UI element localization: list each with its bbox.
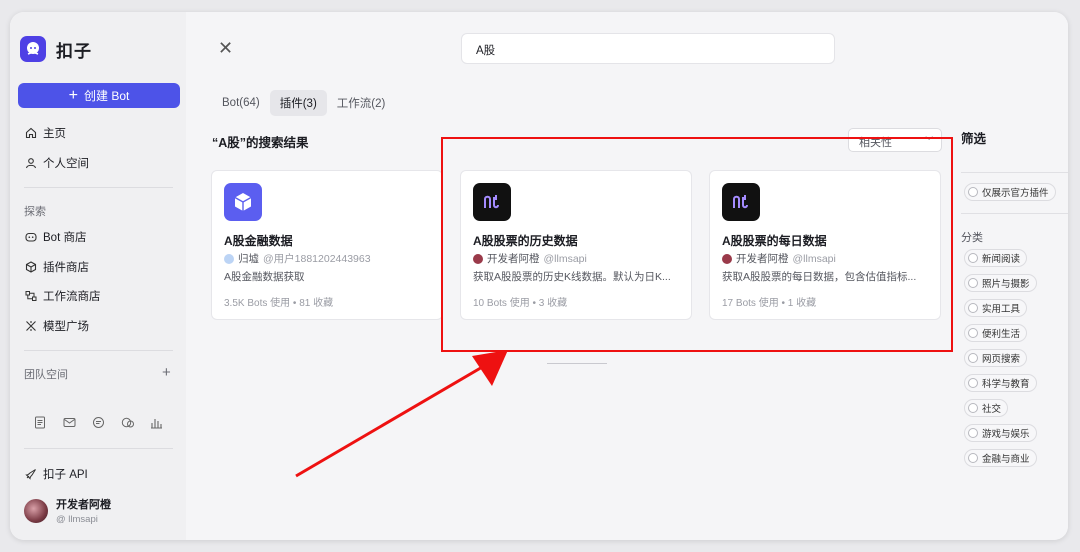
bot-icon	[24, 231, 37, 244]
workflow-icon	[24, 290, 37, 303]
cube-icon	[224, 183, 262, 221]
radio-icon	[968, 453, 978, 463]
radio-icon	[968, 303, 978, 313]
chip-label: 游戏与娱乐	[982, 429, 1030, 440]
sidebar-divider	[24, 350, 173, 351]
sidebar-item-label: 工作流商店	[43, 291, 101, 303]
chip-label: 实用工具	[982, 304, 1021, 315]
sidebar-item-model-square[interactable]: 模型广场	[24, 318, 89, 334]
chart-icon[interactable]	[150, 416, 165, 431]
sidebar-item-label: 主页	[43, 128, 66, 140]
feedback-icon[interactable]	[92, 416, 107, 431]
filter-panel: 筛选 仅展示官方插件 分类 新闻阅读 照片与摄影 实用工具 便利生活 网页搜索 …	[961, 12, 1068, 540]
plus-icon: +	[68, 86, 78, 104]
sidebar-item-label: 扣子 API	[43, 469, 88, 481]
category-chip[interactable]: 金融与商业	[964, 449, 1037, 467]
results-title: “A股”的搜索结果	[212, 136, 309, 150]
filter-title: 筛选	[961, 132, 987, 146]
loading-indicator	[547, 363, 607, 364]
community-icon[interactable]	[121, 416, 136, 431]
sidebar-item-personal-space[interactable]: 个人空间	[24, 155, 89, 171]
model-icon	[24, 320, 37, 333]
document-icon[interactable]	[34, 416, 49, 431]
create-bot-label: 创建 Bot	[83, 89, 130, 103]
tool-icons-row	[34, 416, 165, 431]
category-label: 分类	[961, 232, 983, 244]
add-team-button[interactable]: +	[162, 364, 171, 381]
avatar	[24, 498, 48, 523]
plugin-description: A股金融数据获取	[224, 271, 305, 283]
filter-divider	[961, 213, 1068, 214]
category-chip[interactable]: 社交	[964, 399, 1009, 417]
team-space-label: 团队空间	[24, 369, 68, 381]
radio-icon	[968, 428, 978, 438]
cube-icon	[24, 261, 37, 274]
chip-label: 新闻阅读	[982, 254, 1021, 265]
sidebar-divider	[24, 448, 173, 449]
home-icon	[24, 127, 37, 140]
mail-icon[interactable]	[63, 416, 78, 431]
user-profile[interactable]: 开发者阿橙 @ llmsapi	[24, 496, 111, 525]
plugin-card[interactable]: A股金融数据 归墟 @用户1881202443963 A股金融数据获取 3.5K…	[211, 170, 443, 320]
tab-workflow[interactable]: 工作流(2)	[337, 90, 386, 116]
chip-label: 照片与摄影	[982, 279, 1030, 290]
coze-logo-icon	[20, 36, 46, 62]
user-handle: @ llmsapi	[56, 514, 98, 525]
sidebar-item-api[interactable]: 扣子 API	[24, 466, 88, 482]
highlight-box	[441, 137, 953, 352]
chip-label: 仅展示官方插件	[982, 188, 1049, 199]
official-only-toggle[interactable]: 仅展示官方插件	[964, 183, 1056, 201]
chip-label: 社交	[982, 404, 1002, 415]
chip-label: 便利生活	[982, 329, 1021, 340]
plugin-stats: 3.5K Bots 使用 • 81 收藏	[224, 298, 334, 309]
close-icon[interactable]: ✕	[218, 38, 233, 59]
chip-label: 网页搜索	[982, 354, 1021, 365]
radio-icon	[968, 187, 978, 197]
brand-name: 扣子	[56, 41, 92, 61]
chip-label: 科学与教育	[982, 379, 1030, 390]
category-chip[interactable]: 便利生活	[964, 324, 1028, 342]
tab-plugin[interactable]: 插件(3)	[269, 90, 327, 116]
radio-icon	[968, 353, 978, 363]
sidebar-item-label: 模型广场	[43, 321, 89, 333]
tab-bot[interactable]: Bot(64)	[222, 92, 260, 114]
brand[interactable]: 扣子	[20, 36, 92, 62]
radio-icon	[968, 403, 978, 413]
author-avatar	[224, 253, 234, 264]
category-chip[interactable]: 新闻阅读	[964, 249, 1028, 267]
radio-icon	[968, 378, 978, 388]
sidebar-item-bot-store[interactable]: Bot 商店	[24, 229, 86, 245]
sidebar-item-plugin-store[interactable]: 插件商店	[24, 259, 89, 275]
chip-label: 金融与商业	[982, 454, 1030, 465]
sidebar-item-workflow-store[interactable]: 工作流商店	[24, 288, 101, 304]
category-chip[interactable]: 网页搜索	[964, 349, 1028, 367]
sidebar-divider	[24, 187, 173, 188]
user-name: 开发者阿橙	[56, 499, 111, 511]
category-chip[interactable]: 照片与摄影	[964, 274, 1037, 292]
author-name: 归墟	[238, 253, 259, 265]
category-chip[interactable]: 科学与教育	[964, 374, 1037, 392]
sidebar-item-label: 插件商店	[43, 262, 89, 274]
rocket-icon	[24, 468, 37, 481]
plugin-author: 归墟 @用户1881202443963	[224, 251, 371, 266]
radio-icon	[968, 253, 978, 263]
explore-section-label: 探索	[24, 206, 46, 218]
sidebar-item-label: Bot 商店	[43, 232, 87, 244]
category-chip[interactable]: 游戏与娱乐	[964, 424, 1037, 442]
search-input[interactable]: A股	[461, 33, 835, 64]
radio-icon	[968, 328, 978, 338]
sidebar-item-home[interactable]: 主页	[24, 125, 66, 141]
sidebar-item-label: 个人空间	[43, 158, 89, 170]
filter-divider	[961, 172, 1068, 173]
radio-icon	[968, 278, 978, 288]
create-bot-button[interactable]: + 创建 Bot	[18, 83, 180, 108]
plugin-title: A股金融数据	[224, 234, 293, 248]
author-handle: @用户1881202443963	[263, 253, 371, 265]
sidebar: 扣子 + 创建 Bot 主页 个人空间 探索 Bot 商店 插件商店 工作流商店…	[10, 12, 186, 540]
result-tabs: Bot(64) 插件(3) 工作流(2)	[222, 90, 385, 116]
user-icon	[24, 157, 37, 170]
category-chip[interactable]: 实用工具	[964, 299, 1028, 317]
